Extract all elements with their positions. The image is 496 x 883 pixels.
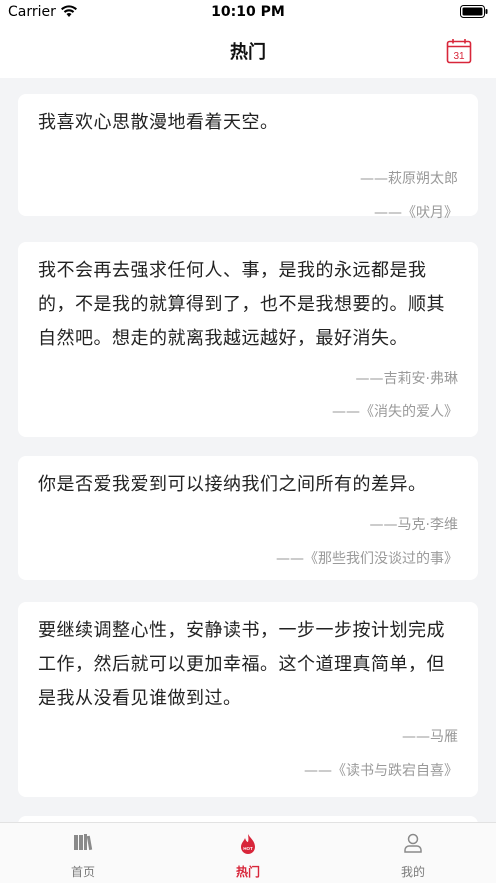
calendar-icon: 31 xyxy=(446,39,472,64)
quote-source: ——《吠月》 xyxy=(374,205,458,221)
quote-card[interactable]: 你是否爱我爱到可以接纳我们之间所有的差异。 ——马克·李维 ——《那些我们没谈过… xyxy=(18,456,478,580)
navigation-bar: 热门 31 xyxy=(0,26,496,78)
status-time: 10:10 PM xyxy=(211,4,285,20)
quote-card[interactable]: 要继续调整心性，安静读书，一步一步按计划完成工作，然后就可以更加幸福。这个道理真… xyxy=(18,602,478,797)
tab-bar: 首页 HOT 热门 我的 xyxy=(0,822,496,883)
quote-source: ——《读书与跌宕自喜》 xyxy=(304,763,458,779)
quote-source: ——《消失的爱人》 xyxy=(332,404,458,420)
quote-author: ——吉莉安·弗琳 xyxy=(355,371,458,387)
tab-mine-label: 我的 xyxy=(400,865,425,879)
tab-mine[interactable]: 我的 xyxy=(353,823,473,883)
quote-card[interactable]: 我喜欢心思散漫地看着天空。 ——萩原朔太郎 ——《吠月》 xyxy=(18,94,478,221)
quote-text: 你是否爱我爱到可以接纳我们之间所有的差异。 xyxy=(38,474,427,495)
quote-text: 我喜欢心思散漫地看着天空。 xyxy=(38,112,279,133)
status-bar: Carrier 10:10 PM xyxy=(0,0,496,26)
books-icon xyxy=(74,834,93,851)
quote-list[interactable]: 我喜欢心思散漫地看着天空。 ——萩原朔太郎 ——《吠月》 我不会再去强求任何人、… xyxy=(0,78,496,822)
battery-icon xyxy=(460,5,488,18)
tab-hot-label: 热门 xyxy=(235,865,260,879)
quote-text: 要继续调整心性，安静读书，一步一步按计划完成工作，然后就可以更加幸福。这个道理真… xyxy=(38,620,445,709)
tab-hot[interactable]: HOT 热门 xyxy=(188,823,308,883)
calendar-button[interactable]: 31 xyxy=(446,38,472,64)
tab-home[interactable]: 首页 xyxy=(23,823,143,883)
quote-source: ——《那些我们没谈过的事》 xyxy=(276,551,458,567)
user-icon xyxy=(404,833,422,853)
quote-text: 我不会再去强求任何人、事，是我的永远都是我的，不是我的就算得到了，也不是我想要的… xyxy=(38,260,445,349)
fire-hot-icon: HOT xyxy=(241,834,255,854)
quote-author: ——马雁 xyxy=(402,729,458,745)
quote-card[interactable]: 我不会再去强求任何人、事，是我的永远都是我的，不是我的就算得到了，也不是我想要的… xyxy=(18,242,478,437)
page-title: 热门 xyxy=(230,42,266,63)
quote-author: ——萩原朔太郎 xyxy=(360,171,458,187)
hot-badge: HOT xyxy=(243,846,253,851)
calendar-day: 31 xyxy=(453,51,465,62)
quote-author: ——马克·李维 xyxy=(369,517,458,533)
tab-home-label: 首页 xyxy=(70,865,95,879)
